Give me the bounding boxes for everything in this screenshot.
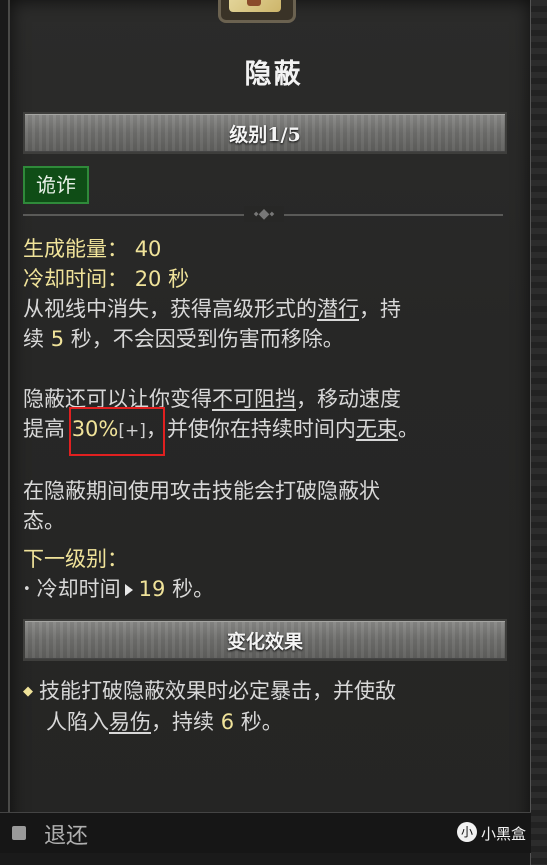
modifier-text: ，持续 — [151, 710, 214, 734]
description-line: 态。 — [23, 509, 65, 533]
level-banner: 级别1/5 — [23, 112, 507, 154]
modifier-text: 人陷入 — [46, 710, 109, 734]
next-level-item-value: 19 — [138, 577, 166, 601]
vulnerable-keyword-link[interactable]: 易伤 — [109, 710, 151, 734]
energy-value: 40 — [134, 237, 162, 261]
cooldown-unit: 秒 — [168, 267, 190, 291]
description-line: 从视线中消失，获得高级形式的潜行，持 — [23, 294, 498, 324]
modifier-block: ◆ 技能打破隐蔽效果时必定暴击，并使敌 人陷入易伤，持续 6 秒。 — [23, 676, 498, 737]
next-level-item-unit: 秒。 — [172, 577, 215, 601]
stealth-keyword-link[interactable]: 潜行 — [317, 297, 359, 321]
keyboard-key-icon — [12, 826, 26, 840]
description-line: 在隐蔽期间使用攻击技能会打破隐蔽状 — [23, 479, 380, 503]
modifier-line: 人陷入易伤，持续 6 秒。 — [23, 707, 498, 737]
bullet-icon: • — [23, 582, 31, 597]
next-level-item-label: 冷却时间 — [36, 577, 121, 601]
desc-text: ，并使你在持续时间内 — [145, 417, 356, 441]
skill-icon-frame — [218, 0, 296, 23]
next-level-item: • 冷却时间 19 秒。 — [23, 574, 498, 605]
energy-row: 生成能量： 40 — [23, 234, 498, 264]
desc-text: ，持 — [359, 297, 401, 321]
duration-value: 5 — [50, 327, 65, 351]
skill-title: 隐蔽 — [244, 59, 303, 90]
modifier-text: 技能打破隐蔽效果时必定暴击，并使敌 — [39, 679, 396, 703]
desc-text: 提高 — [23, 417, 65, 441]
skill-icon — [229, 0, 281, 12]
refund-button[interactable]: 退还 — [44, 818, 88, 850]
annotation-highlight-box — [69, 407, 165, 456]
stats-block: 生成能量： 40 冷却时间： 20 秒 从视线中消失，获得高级形式的潜行，持 续… — [23, 234, 498, 354]
modifier-duration-value: 6 — [220, 710, 235, 734]
diamond-bullet-icon: ◆ — [23, 684, 33, 699]
desc-text: 续 — [23, 327, 44, 351]
unstoppable-keyword-link[interactable]: 不可阻挡 — [212, 387, 296, 411]
cooldown-label: 冷却时间： — [23, 267, 128, 291]
desc-text: 秒，不会因受到伤害而移除。 — [70, 327, 344, 351]
unhindered-keyword-link[interactable]: 无束 — [356, 417, 398, 441]
modifier-header: 变化效果 — [226, 630, 303, 653]
modifier-banner: 变化效果 — [23, 619, 507, 661]
watermark-text: 小黑盒 — [481, 825, 527, 843]
modifier-line: ◆ 技能打破隐蔽效果时必定暴击，并使敌 — [23, 676, 498, 707]
level-label: 级别1/5 — [229, 123, 301, 146]
energy-label: 生成能量： — [23, 237, 128, 261]
desc-text: 从视线中消失，获得高级形式的 — [23, 297, 317, 321]
modifier-text: 秒。 — [240, 710, 283, 734]
break-stealth-block: 在隐蔽期间使用攻击技能会打破隐蔽状 态。 — [23, 476, 498, 536]
divider-ornament-icon: ⬩◆⬩ — [244, 206, 284, 222]
category-tag: 诡诈 — [23, 166, 89, 204]
desc-text: ，移动速度 — [296, 387, 401, 411]
description-line: 续 5 秒，不会因受到伤害而移除。 — [23, 324, 498, 354]
cooldown-row: 冷却时间： 20 秒 — [23, 264, 498, 294]
watermark-logo-icon: 小 — [457, 822, 477, 842]
cooldown-value: 20 — [134, 267, 162, 291]
next-level-header: 下一级别： — [23, 547, 128, 571]
desc-text: 。 — [397, 417, 419, 441]
arrow-right-icon — [124, 584, 133, 596]
next-level-block: 下一级别： • 冷却时间 19 秒。 — [23, 544, 498, 605]
background-strip — [530, 0, 547, 865]
